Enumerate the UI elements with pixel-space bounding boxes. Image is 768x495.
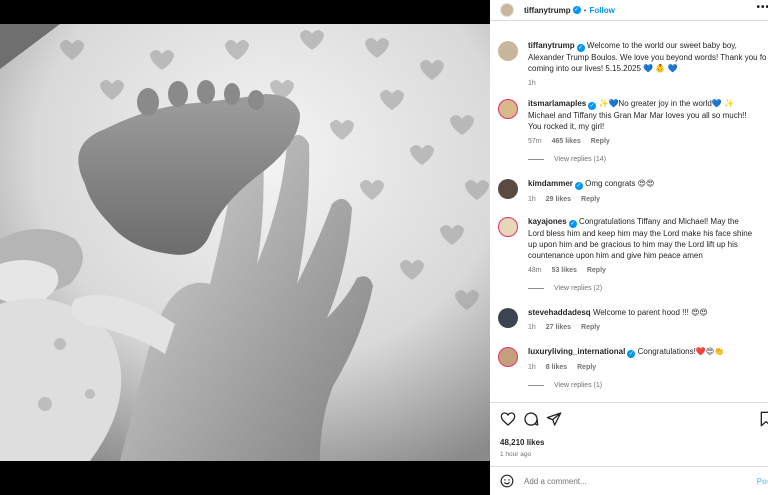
verified-badge-icon: ✓: [588, 102, 597, 110]
share-icon[interactable]: [546, 411, 562, 427]
view-replies-label[interactable]: View replies (1): [554, 382, 602, 389]
comment-item: kimdammer ✓ Omg congrats 😍😍 1h 29 likes R…: [498, 178, 768, 205]
author-avatar[interactable]: [500, 3, 514, 17]
post-photo-panel: [0, 0, 490, 495]
author-username[interactable]: tiffanytrump: [524, 6, 571, 15]
comment-username[interactable]: luxuryliving_international: [528, 347, 625, 356]
author-avatar[interactable]: [498, 41, 518, 61]
comment-likes[interactable]: 29 likes: [546, 196, 571, 203]
comment-time: 1h: [528, 196, 536, 203]
post-header: tiffanytrump ✓ • Follow •••: [490, 0, 768, 20]
comment-item: itsmarlamaples ✓ ✨💙No greater joy in the …: [498, 98, 768, 147]
caption-time: 1h: [528, 80, 536, 87]
comment-item: kayajones ✓ Congratulations Tiffany and M…: [498, 216, 768, 276]
verified-badge-icon: ✓: [568, 220, 577, 228]
add-comment-bar: Add a comment... Post: [490, 467, 768, 495]
comment-text-line: ✨💙No greater joy in the world💙 ✨: [598, 99, 734, 108]
comment-likes[interactable]: 8 likes: [546, 364, 567, 371]
reply-button[interactable]: Reply: [581, 324, 600, 331]
heart-icon[interactable]: [500, 411, 516, 427]
post-comment-button[interactable]: Post: [757, 477, 768, 486]
commenter-avatar[interactable]: [498, 179, 518, 199]
bookmark-icon[interactable]: [758, 411, 768, 427]
verified-badge-icon: ✓: [627, 350, 636, 358]
comment-text-line: Michael and Tiffany this Gran Mar Mar lo…: [528, 111, 747, 120]
commenter-avatar[interactable]: [498, 99, 518, 119]
comment-item: luxuryliving_international ✓ Congratulati…: [498, 346, 768, 373]
caption: tiffanytrump ✓ Welcome to the world our s…: [498, 40, 768, 89]
view-replies-line: [528, 385, 544, 386]
emoji-icon[interactable]: [500, 474, 514, 488]
commenter-avatar[interactable]: [498, 217, 518, 237]
comment-text-line: Lord bless him and keep him may the Lord…: [528, 229, 753, 238]
caption-text-line: Welcome to the world our sweet baby boy,: [586, 41, 737, 50]
view-replies-label[interactable]: View replies (2): [554, 285, 602, 292]
comment-time: 57m: [528, 138, 542, 145]
comment-username[interactable]: itsmarlamaples: [528, 99, 586, 108]
verified-badge-icon: ✓: [576, 44, 585, 52]
comment-text-line: Welcome to parent hood !!! 😍😍: [592, 308, 708, 317]
actions-divider: [490, 402, 768, 403]
comment-likes[interactable]: 27 likes: [546, 324, 571, 331]
comment-text-line: Congratulations Tiffany and Michael! May…: [578, 217, 739, 226]
comment-text-line: You rocked it, my girl!: [528, 122, 605, 131]
view-replies-button[interactable]: View replies (1): [528, 382, 602, 389]
reply-button[interactable]: Reply: [591, 138, 610, 145]
commenter-avatar[interactable]: [498, 308, 518, 328]
comment-input[interactable]: Add a comment...: [524, 477, 587, 486]
post-actions: [498, 411, 768, 429]
more-options-icon[interactable]: •••: [756, 2, 768, 13]
reply-button[interactable]: Reply: [577, 364, 596, 371]
post-sidebar: tiffanytrump ✓ • Follow ••• tiffanytrump…: [490, 0, 768, 495]
comment-icon[interactable]: [523, 411, 539, 427]
view-replies-button[interactable]: View replies (14): [528, 156, 606, 163]
comment-text-line: up upon him and be gracious to him may t…: [528, 240, 738, 249]
header-separator: •: [583, 5, 587, 15]
comment-text-line: Congratulations!❤️😍👏: [637, 347, 725, 356]
view-replies-line: [528, 288, 544, 289]
view-replies-button[interactable]: View replies (2): [528, 285, 602, 292]
comment-item: stevehaddadesq Welcome to parent hood !!…: [498, 307, 768, 333]
comment-username[interactable]: stevehaddadesq: [528, 308, 591, 317]
caption-text-line: coming into our lives! 5.15.2025 💙 👶 💙: [528, 64, 678, 73]
verified-badge-icon: ✓: [572, 6, 581, 14]
comments-list[interactable]: tiffanytrump ✓ Welcome to the world our s…: [490, 38, 768, 400]
post-time-ago: 1 hour ago: [500, 451, 532, 458]
commenter-avatar[interactable]: [498, 347, 518, 367]
post-likes-count[interactable]: 48,210 likes: [500, 438, 544, 447]
caption-username[interactable]: tiffanytrump: [528, 41, 575, 50]
comment-time: 1h: [528, 324, 536, 331]
comment-username[interactable]: kayajones: [528, 217, 567, 226]
verified-badge-icon: ✓: [574, 182, 583, 190]
comment-likes[interactable]: 465 likes: [552, 138, 581, 145]
reply-button[interactable]: Reply: [587, 267, 606, 274]
view-replies-label[interactable]: View replies (14): [554, 156, 606, 163]
follow-button[interactable]: Follow: [589, 6, 614, 15]
comment-text-line: countenance upon him and give him peace …: [528, 251, 703, 260]
comment-text-line: Omg congrats 😍😍: [585, 179, 655, 188]
post-photo: [0, 24, 490, 461]
comment-likes[interactable]: 53 likes: [552, 267, 577, 274]
comment-time: 48m: [528, 267, 542, 274]
comment-time: 1h: [528, 364, 536, 371]
caption-text-line: Alexander Trump Boulos. We love you beyo…: [528, 53, 767, 62]
view-replies-line: [528, 159, 544, 160]
header-divider: [490, 20, 768, 21]
reply-button[interactable]: Reply: [581, 196, 600, 203]
comment-username[interactable]: kimdammer: [528, 179, 573, 188]
